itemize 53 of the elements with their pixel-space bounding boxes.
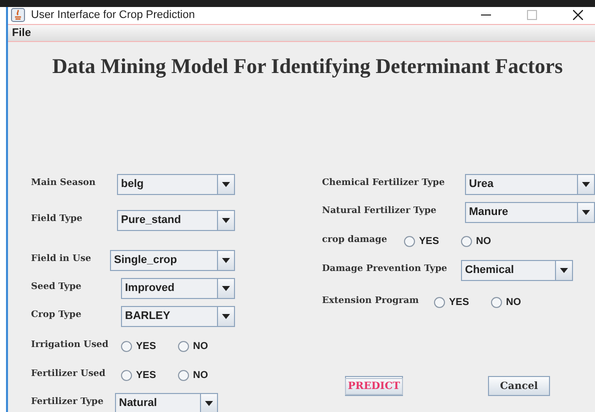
radio-circle-icon: [404, 236, 415, 246]
radio-button[interactable]: NO: [178, 338, 208, 354]
caret-icon: [222, 182, 230, 186]
radio-button[interactable]: YES: [434, 294, 470, 310]
radio-circle-icon: [178, 340, 190, 352]
field-label: Field Type: [31, 213, 84, 226]
radio-button[interactable]: YES: [121, 368, 156, 382]
radio-circle-icon: [121, 370, 132, 380]
dropdown[interactable]: Chemical: [461, 260, 573, 280]
dropdown[interactable]: BARLEY: [121, 306, 235, 326]
dropdown[interactable]: belg: [117, 174, 235, 194]
caret-icon: [222, 218, 230, 222]
radio-button[interactable]: NO: [491, 294, 522, 310]
java-app-icon: [11, 8, 25, 22]
radio-circle-icon: [461, 236, 472, 246]
field-label: Damage Prevention Type: [322, 263, 448, 276]
caret-icon: [205, 400, 213, 406]
radio-circle-icon: [491, 296, 502, 308]
page-heading: Data Mining Model For Identifying Determinant Factors: [51, 54, 564, 78]
button[interactable]: Cancel: [488, 376, 550, 396]
field-label: Fertilizer Used: [31, 368, 106, 382]
field-label: Natural Fertilizer Type: [322, 205, 438, 218]
field-label: Chemical Fertilizer Type: [322, 177, 446, 190]
field-label: Irrigation Used: [31, 339, 110, 352]
radio-button[interactable]: NO: [461, 234, 492, 248]
field-label: Field in Use: [31, 253, 92, 266]
menu-item[interactable]: File: [12, 24, 31, 41]
radio-circle-icon: [434, 296, 445, 308]
radio-button[interactable]: YES: [121, 338, 156, 354]
window-title: User Interface for Crop Prediction: [31, 8, 195, 23]
field-label: Extension Program: [322, 295, 420, 308]
dropdown[interactable]: Natural: [115, 392, 218, 412]
dropdown[interactable]: Urea: [465, 174, 595, 194]
caret-icon: [582, 210, 590, 214]
caret-icon: [222, 314, 230, 318]
caret-icon: [222, 258, 230, 262]
dropdown[interactable]: Improved: [121, 278, 235, 298]
caret-icon: [560, 268, 568, 272]
dropdown[interactable]: Pure_stand: [117, 210, 235, 230]
close-icon[interactable]: [573, 10, 583, 20]
radio-circle-icon: [178, 370, 190, 380]
field-label: Crop Type: [31, 309, 82, 322]
radio-button[interactable]: YES: [404, 234, 440, 248]
caret-icon: [582, 182, 590, 186]
field-label: Seed Type: [31, 281, 82, 294]
field-label: Main Season: [31, 177, 97, 190]
field-label: Fertilizer Type: [31, 396, 104, 410]
field-label: crop damage: [322, 234, 388, 248]
dropdown[interactable]: Manure: [465, 202, 595, 222]
radio-button[interactable]: NO: [178, 368, 208, 382]
radio-circle-icon: [121, 340, 132, 352]
dropdown[interactable]: Single_crop: [110, 250, 235, 270]
caret-icon: [222, 286, 230, 290]
